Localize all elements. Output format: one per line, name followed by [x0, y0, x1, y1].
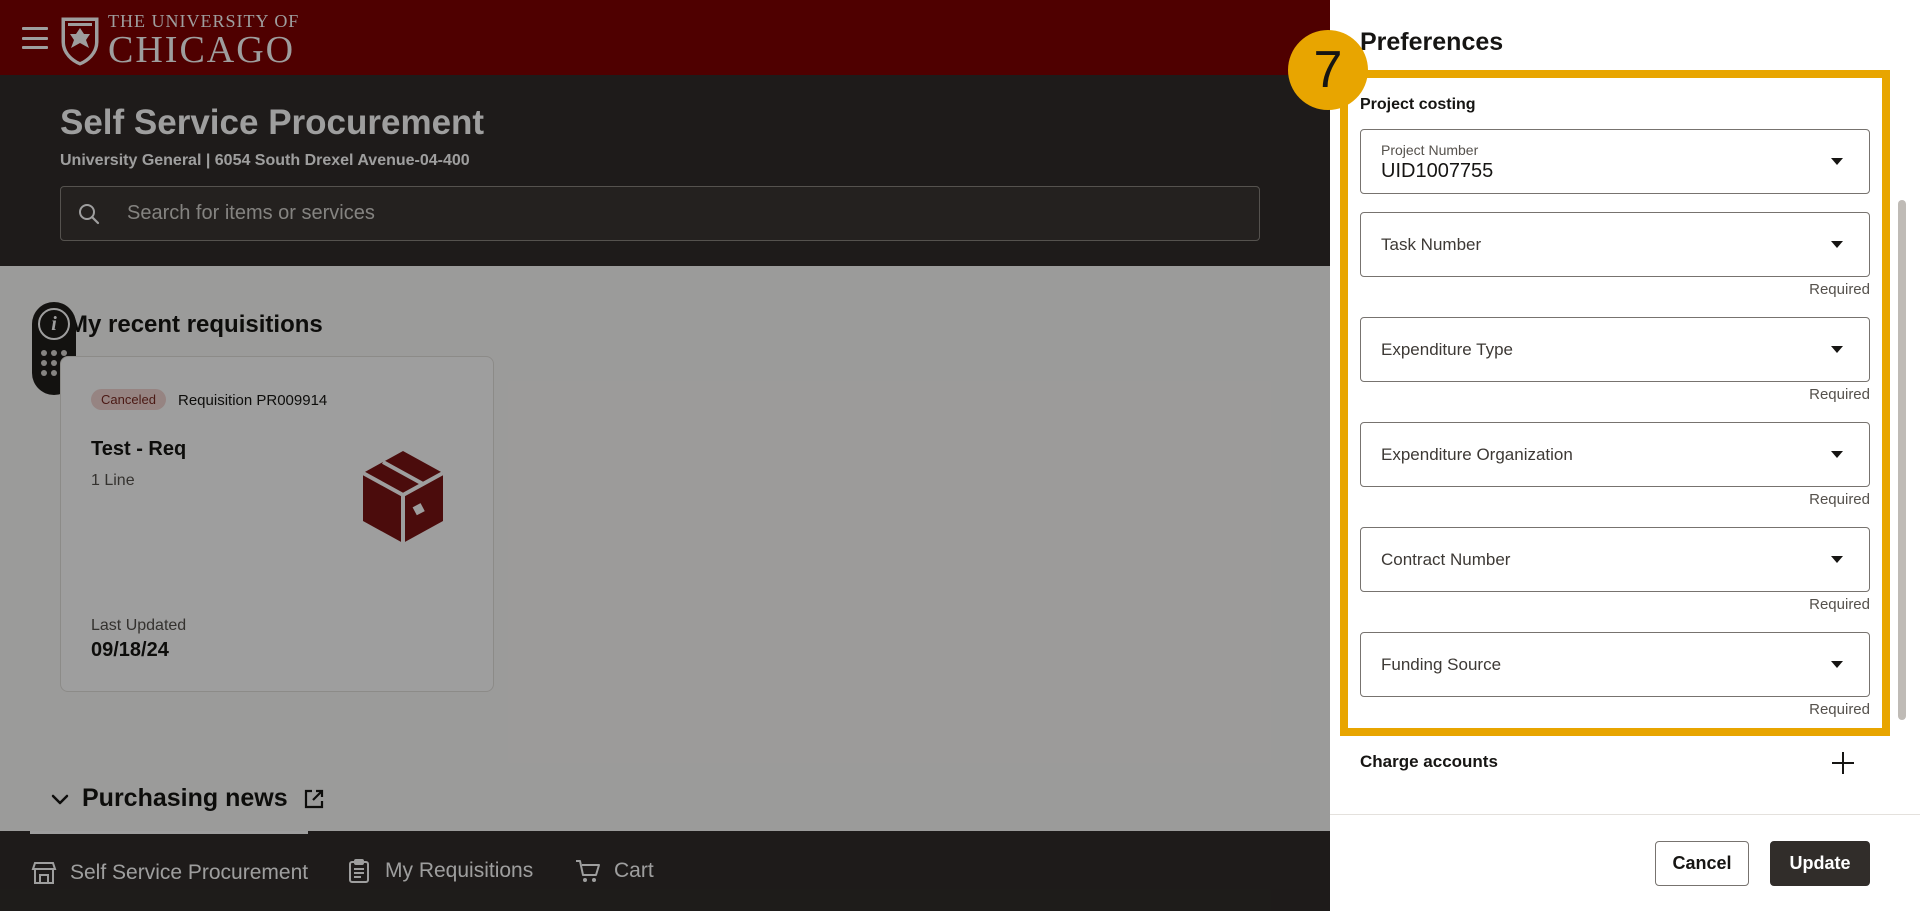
nav-label: My Requisitions	[385, 859, 534, 882]
field-value: UID1007755	[1381, 160, 1494, 182]
field-label: Funding Source	[1381, 655, 1502, 674]
nav-label: Cart	[614, 859, 654, 882]
requisition-line-count: 1 Line	[91, 472, 135, 489]
nav-label: Self Service Procurement	[70, 860, 309, 884]
field-label: Contract Number	[1381, 550, 1511, 569]
charge-accounts-title: Charge accounts	[1360, 752, 1498, 771]
update-button[interactable]: Update	[1770, 841, 1870, 886]
drawer-title: Preferences	[1360, 28, 1504, 56]
clipboard-icon	[349, 859, 369, 883]
required-hint: Required	[1809, 491, 1870, 508]
page-subtitle: University General | 6054 South Drexel A…	[60, 152, 470, 169]
hero-banner: Self Service Procurement University Gene…	[0, 75, 1330, 266]
purchasing-news-header: Purchasing news	[48, 784, 326, 813]
cart-icon	[576, 860, 600, 882]
required-hint: Required	[1809, 701, 1870, 718]
requisition-title: Test - Req	[91, 438, 187, 460]
contract-number-select[interactable]: Contract Number	[1360, 527, 1870, 592]
field-label: Expenditure Type	[1381, 340, 1513, 359]
dropdown-arrow-icon	[1831, 661, 1843, 668]
last-updated-label: Last Updated	[91, 617, 187, 634]
task-number-select[interactable]: Task Number	[1360, 212, 1870, 277]
university-logo[interactable]: THE UNIVERSITY OF CHICAGO	[60, 12, 299, 69]
status-badge: Canceled	[91, 389, 166, 410]
expenditure-type-select[interactable]: Expenditure Type	[1360, 317, 1870, 382]
required-hint: Required	[1809, 596, 1870, 613]
hamburger-menu-icon[interactable]	[22, 27, 48, 49]
top-bar: THE UNIVERSITY OF CHICAGO	[0, 0, 1330, 75]
tutorial-step-badge: 7	[1288, 30, 1368, 110]
funding-source-select[interactable]: Funding Source	[1360, 632, 1870, 697]
nav-cart[interactable]: Cart	[574, 831, 654, 911]
field-label: Task Number	[1381, 235, 1482, 254]
package-box-icon	[362, 451, 444, 543]
project-costing-title: Project costing	[1360, 96, 1476, 113]
bottom-navigation: Self Service Procurement My Requisitions…	[0, 831, 1330, 911]
search-input[interactable]	[101, 187, 1259, 240]
dropdown-arrow-icon	[1831, 556, 1843, 563]
search-icon	[79, 203, 100, 224]
field-label: Project Number	[1381, 142, 1479, 158]
dropdown-arrow-icon	[1831, 346, 1843, 353]
logo-line-2: CHICAGO	[108, 29, 296, 71]
dropdown-arrow-icon	[1831, 158, 1843, 165]
nav-my-requisitions[interactable]: My Requisitions	[345, 831, 533, 911]
expenditure-organization-select[interactable]: Expenditure Organization	[1360, 422, 1870, 487]
page-title: Self Service Procurement	[60, 103, 485, 142]
main-app: THE UNIVERSITY OF CHICAGO Self Service P…	[0, 0, 1330, 911]
preferences-drawer: Preferences Project costing Project Numb…	[1330, 0, 1920, 911]
logo-line-1: THE UNIVERSITY OF	[108, 11, 300, 31]
university-shield-icon	[61, 17, 99, 66]
external-link-icon[interactable]	[302, 787, 326, 811]
requisition-number: Requisition PR009914	[178, 392, 328, 409]
purchasing-news-title: Purchasing news	[82, 784, 288, 812]
required-hint: Required	[1809, 281, 1870, 298]
content-area: My recent requisitions i Canceled Requis…	[0, 266, 1330, 831]
cancel-button[interactable]: Cancel	[1655, 841, 1749, 886]
store-icon	[31, 861, 57, 884]
add-charge-account-icon[interactable]	[1830, 750, 1856, 776]
footer-divider	[1330, 814, 1920, 815]
required-hint: Required	[1809, 386, 1870, 403]
drawer-scrollbar[interactable]	[1898, 200, 1906, 720]
info-icon[interactable]: i	[38, 308, 70, 340]
nav-self-service-procurement[interactable]: Self Service Procurement	[30, 831, 309, 911]
search-bar[interactable]	[60, 186, 1260, 241]
last-updated-date: 09/18/24	[91, 639, 169, 661]
project-number-select[interactable]: Project Number UID1007755	[1360, 129, 1870, 194]
chevron-down-icon[interactable]	[48, 787, 72, 811]
recent-requisitions-title: My recent requisitions	[68, 311, 323, 338]
dropdown-arrow-icon	[1831, 451, 1843, 458]
dropdown-arrow-icon	[1831, 241, 1843, 248]
field-label: Expenditure Organization	[1381, 445, 1573, 464]
requisition-card[interactable]: Canceled Requisition PR009914 Test - Req…	[60, 356, 494, 692]
